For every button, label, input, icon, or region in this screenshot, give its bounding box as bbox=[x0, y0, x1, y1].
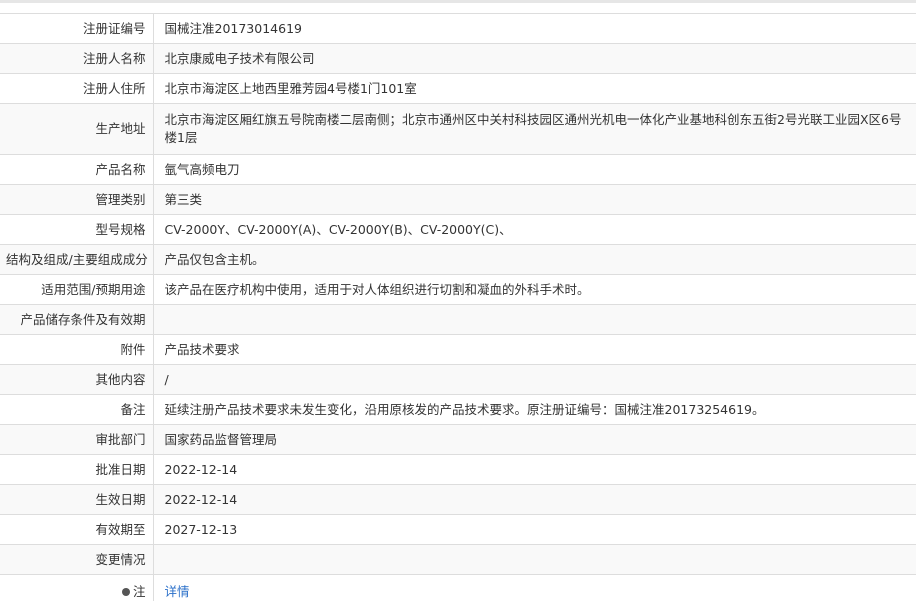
field-label: 附件 bbox=[0, 334, 154, 365]
field-label: 变更情况 bbox=[0, 544, 154, 575]
field-label: 有效期至 bbox=[0, 514, 154, 545]
table-row-management-category: 管理类别 第三类 bbox=[0, 184, 916, 215]
table-row-valid-until: 有效期至 2027-12-13 bbox=[0, 514, 916, 545]
table-row-note: 注 详情 bbox=[0, 574, 916, 601]
top-spacer bbox=[0, 3, 916, 13]
table-row-change-history: 变更情况 bbox=[0, 544, 916, 575]
table-row-approval-department: 审批部门 国家药品监督管理局 bbox=[0, 424, 916, 455]
field-value: 2022-12-14 bbox=[153, 454, 916, 485]
table-row-registrant-name: 注册人名称 北京康威电子技术有限公司 bbox=[0, 43, 916, 74]
field-label: 产品储存条件及有效期 bbox=[0, 304, 154, 335]
field-value: CV-2000Y、CV-2000Y(A)、CV-2000Y(B)、CV-2000… bbox=[153, 214, 916, 245]
field-label: 结构及组成/主要组成成分 bbox=[0, 244, 154, 275]
field-label: 适用范围/预期用途 bbox=[0, 274, 154, 305]
field-value: 国械注准20173014619 bbox=[153, 13, 916, 44]
field-label: 生产地址 bbox=[0, 103, 154, 155]
note-label-cell: 注 bbox=[0, 574, 154, 601]
details-link[interactable]: 详情 bbox=[165, 584, 190, 599]
table-row-structure-composition: 结构及组成/主要组成成分 产品仅包含主机。 bbox=[0, 244, 916, 275]
field-value: 2027-12-13 bbox=[153, 514, 916, 545]
bullet-icon bbox=[121, 588, 130, 596]
field-label: 批准日期 bbox=[0, 454, 154, 485]
field-value: 第三类 bbox=[153, 184, 916, 215]
table-row-registrant-address: 注册人住所 北京市海淀区上地西里雅芳园4号楼1门101室 bbox=[0, 73, 916, 104]
table-row-registration-number: 注册证编号 国械注准20173014619 bbox=[0, 13, 916, 44]
table-row-intended-use: 适用范围/预期用途 该产品在医疗机构中使用，适用于对人体组织进行切割和凝血的外科… bbox=[0, 274, 916, 305]
table-row-model-spec: 型号规格 CV-2000Y、CV-2000Y(A)、CV-2000Y(B)、CV… bbox=[0, 214, 916, 245]
field-value: / bbox=[153, 364, 916, 395]
table-row-other-content: 其他内容 / bbox=[0, 364, 916, 395]
table-row-attachments: 附件 产品技术要求 bbox=[0, 334, 916, 365]
field-value: 2022-12-14 bbox=[153, 484, 916, 515]
table-row-production-address: 生产地址 北京市海淀区厢红旗五号院南楼二层南侧；北京市通州区中关村科技园区通州光… bbox=[0, 103, 916, 155]
field-label: 审批部门 bbox=[0, 424, 154, 455]
field-label: 备注 bbox=[0, 394, 154, 425]
field-value bbox=[153, 304, 916, 335]
table-row-storage-conditions: 产品储存条件及有效期 bbox=[0, 304, 916, 335]
field-value: 氩气高频电刀 bbox=[153, 154, 916, 185]
field-label: 注册证编号 bbox=[0, 13, 154, 44]
field-label: 产品名称 bbox=[0, 154, 154, 185]
field-label: 其他内容 bbox=[0, 364, 154, 395]
note-label: 注 bbox=[132, 583, 146, 599]
field-label: 生效日期 bbox=[0, 484, 154, 515]
field-label: 注册人名称 bbox=[0, 43, 154, 74]
field-value: 北京市海淀区厢红旗五号院南楼二层南侧；北京市通州区中关村科技园区通州光机电一体化… bbox=[153, 103, 916, 155]
field-value bbox=[153, 544, 916, 575]
table-row-approval-date: 批准日期 2022-12-14 bbox=[0, 454, 916, 485]
table-row-effective-date: 生效日期 2022-12-14 bbox=[0, 484, 916, 515]
field-value: 延续注册产品技术要求未发生变化，沿用原核发的产品技术要求。原注册证编号：国械注准… bbox=[153, 394, 916, 425]
field-value: 产品仅包含主机。 bbox=[153, 244, 916, 275]
registration-details-table: 注册证编号 国械注准20173014619 注册人名称 北京康威电子技术有限公司… bbox=[0, 13, 916, 601]
table-row-product-name: 产品名称 氩气高频电刀 bbox=[0, 154, 916, 185]
field-value: 北京康威电子技术有限公司 bbox=[153, 43, 916, 74]
table-row-remarks: 备注 延续注册产品技术要求未发生变化，沿用原核发的产品技术要求。原注册证编号：国… bbox=[0, 394, 916, 425]
field-value: 产品技术要求 bbox=[153, 334, 916, 365]
field-value: 该产品在医疗机构中使用，适用于对人体组织进行切割和凝血的外科手术时。 bbox=[153, 274, 916, 305]
field-label: 管理类别 bbox=[0, 184, 154, 215]
field-label: 型号规格 bbox=[0, 214, 154, 245]
field-value: 国家药品监督管理局 bbox=[153, 424, 916, 455]
field-value: 北京市海淀区上地西里雅芳园4号楼1门101室 bbox=[153, 73, 916, 104]
note-value-cell: 详情 bbox=[153, 574, 916, 601]
field-label: 注册人住所 bbox=[0, 73, 154, 104]
